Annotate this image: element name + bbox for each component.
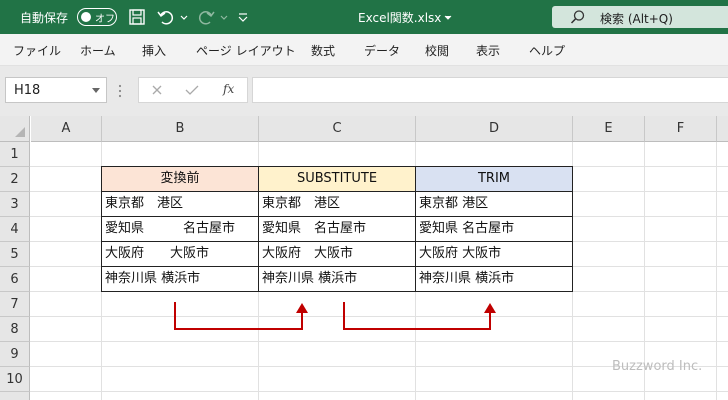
column-header-b[interactable]: B	[102, 116, 259, 142]
search-box[interactable]: 検索 (Alt+Q)	[552, 6, 728, 28]
tab-view[interactable]: 表示	[476, 42, 500, 59]
watermark: Buzzword Inc.	[612, 359, 703, 374]
row-header-6[interactable]: 6	[0, 267, 30, 292]
column-header-f[interactable]: F	[645, 116, 717, 142]
undo-icon[interactable]	[156, 7, 176, 27]
chevron-down-icon[interactable]	[92, 88, 100, 93]
formula-buttons: fx	[138, 77, 248, 103]
column-header-c[interactable]: C	[259, 116, 416, 142]
title-dropdown-icon[interactable]	[442, 8, 462, 28]
column-header-d[interactable]: D	[416, 116, 573, 142]
cancel-icon[interactable]	[151, 84, 163, 96]
customize-toolbar-icon[interactable]	[236, 7, 256, 27]
save-icon[interactable]	[127, 7, 147, 27]
search-icon	[570, 10, 585, 24]
search-label: 検索 (Alt+Q)	[600, 12, 673, 26]
insert-function-icon[interactable]: fx	[223, 82, 234, 96]
redo-icon[interactable]	[196, 7, 216, 27]
tab-help[interactable]: ヘルプ	[529, 42, 565, 59]
row-header-5[interactable]: 5	[0, 242, 30, 267]
redo-dropdown-icon[interactable]	[218, 7, 238, 27]
title-bar: 自動保存 オフ Excel関数.xlsx 検索 (Alt+Q)	[0, 0, 728, 34]
tab-file[interactable]: ファイル	[13, 42, 61, 59]
enter-check-icon[interactable]	[185, 84, 199, 96]
autosave-label: 自動保存	[20, 11, 69, 25]
arrow-c-to-d-head	[484, 303, 496, 313]
column-header-e[interactable]: E	[573, 116, 645, 142]
toggle-label: オフ	[95, 14, 115, 25]
column-header-a[interactable]: A	[31, 116, 102, 142]
row-header-4[interactable]: 4	[0, 217, 30, 242]
tab-home[interactable]: ホーム	[80, 42, 116, 59]
row-header-10[interactable]: 10	[0, 367, 30, 392]
ribbon-tabs: ファイル ホーム 挿入 ページ レイアウト 数式 データ 校閲 表示 ヘルプ	[0, 34, 728, 66]
arrow-b-to-c	[174, 302, 303, 330]
row-header-9[interactable]: 9	[0, 342, 30, 367]
annotation-arrows	[174, 302, 496, 330]
file-title[interactable]: Excel関数.xlsx	[358, 9, 441, 26]
formula-input[interactable]	[252, 77, 728, 103]
name-box-value: H18	[14, 83, 41, 98]
autosave-toggle[interactable]: オフ	[77, 8, 117, 26]
formula-bar: H18 fx	[0, 66, 728, 116]
arrow-b-to-c-head	[296, 303, 308, 313]
tab-formulas[interactable]: 数式	[311, 42, 335, 59]
row-header-3[interactable]: 3	[0, 192, 30, 217]
select-all-icon	[15, 127, 25, 137]
tab-data[interactable]: データ	[364, 42, 400, 59]
select-all-corner[interactable]	[0, 116, 30, 142]
tab-review[interactable]: 校閲	[425, 42, 449, 59]
undo-dropdown-icon[interactable]	[178, 7, 198, 27]
row-header-11[interactable]	[0, 392, 30, 400]
column-header-g[interactable]	[717, 116, 728, 142]
more-options-icon[interactable]	[118, 84, 122, 98]
arrow-c-to-d	[343, 302, 491, 330]
row-header-2[interactable]: 2	[0, 167, 30, 192]
tab-insert[interactable]: 挿入	[142, 42, 166, 59]
row-header-1[interactable]: 1	[0, 142, 30, 167]
name-box[interactable]: H18	[5, 77, 107, 103]
toggle-knob	[81, 11, 91, 22]
worksheet-grid: 変換前 SUBSTITUTE TRIM 東京都 港区 東京都 港区 東京都 港区…	[0, 116, 728, 400]
tab-page-layout[interactable]: ページ レイアウト	[196, 42, 296, 59]
row-header-7[interactable]: 7	[0, 292, 30, 317]
row-header-8[interactable]: 8	[0, 317, 30, 342]
